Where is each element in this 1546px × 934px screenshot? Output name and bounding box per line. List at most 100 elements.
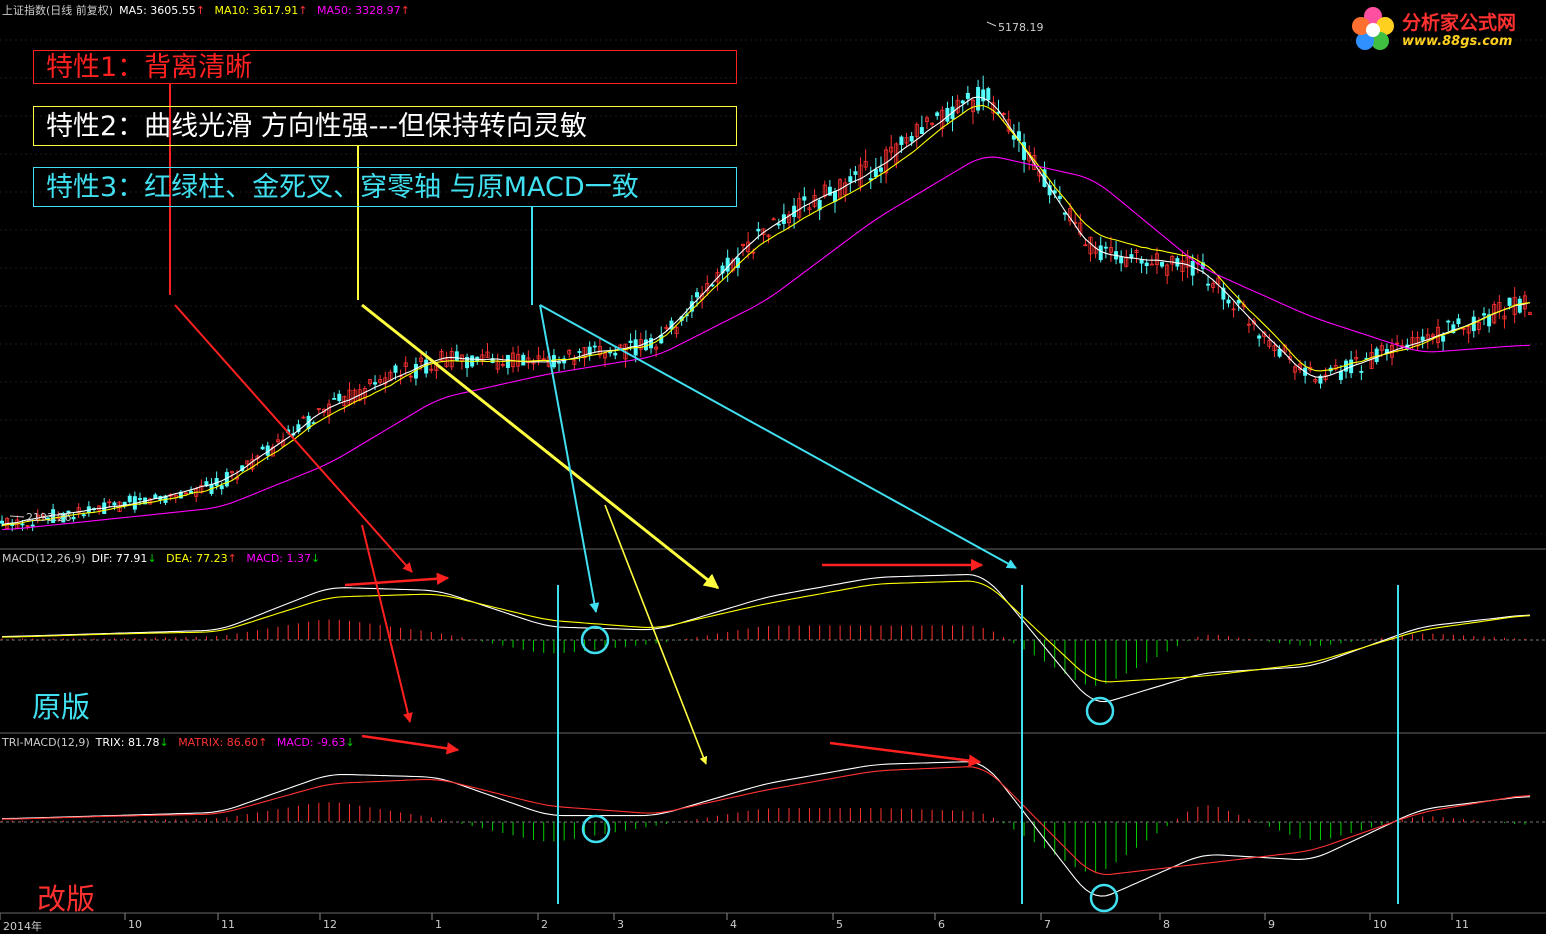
trix-arrow: ↓ xyxy=(159,736,169,749)
candle-body xyxy=(373,382,378,385)
candle-body xyxy=(1420,336,1425,341)
candle-body xyxy=(878,167,883,172)
high-value-label: 5178.19 xyxy=(998,21,1044,34)
candle-body xyxy=(1338,370,1343,380)
macd-name: MACD(12,26,9) xyxy=(2,552,86,565)
x-tick-label: 12 xyxy=(323,918,337,931)
candle-body xyxy=(776,223,781,226)
feature3-box: 特性3：红绿柱、金死叉、穿零轴 与原MACD一致 xyxy=(33,167,737,207)
trimacd-name: TRI-MACD(12,9) xyxy=(2,736,90,749)
candle-body xyxy=(81,514,86,517)
candle-body xyxy=(127,495,132,503)
feature2-box: 特性2：曲线光滑 方向性强---但保持转向灵敏 xyxy=(33,106,737,146)
candle-body xyxy=(1482,313,1487,316)
candle-body xyxy=(454,351,459,362)
macd-value: MACD: 1.37 xyxy=(246,552,311,565)
logo-name: 分析家公式网 xyxy=(1402,12,1517,34)
candle-body xyxy=(30,524,35,527)
main-chart-header: 上证指数(日线 前复权) MA5: 3605.55↑ MA10: 3617.91↑… xyxy=(2,2,416,18)
x-tick-label: 4 xyxy=(730,918,737,931)
trimacd-arrow: ↓ xyxy=(345,736,355,749)
x-tick-label: 5 xyxy=(836,918,843,931)
x-tick-label: 11 xyxy=(1455,918,1469,931)
candle-body xyxy=(592,345,597,348)
macd-arrow: ↓ xyxy=(311,552,321,565)
candle-body xyxy=(1456,318,1461,325)
x-tick-label: 3 xyxy=(617,918,624,931)
candle-body xyxy=(873,169,878,178)
candle-body xyxy=(1359,370,1364,373)
candle-body xyxy=(260,446,265,450)
trimacd-header: TRI-MACD(12,9) TRIX: 81.78↓ MATRIX: 86.60… xyxy=(2,736,361,749)
candle-body xyxy=(1119,256,1124,264)
ma10-arrow: ↑ xyxy=(298,4,308,17)
ma10-value: MA10: 3617.91 xyxy=(214,4,299,17)
candle-body xyxy=(695,292,700,298)
x-tick-label: 6 xyxy=(938,918,945,931)
candle-body xyxy=(802,196,807,201)
logo-url: www.88gs.com xyxy=(1402,34,1513,49)
dea-arrow: ↑ xyxy=(227,552,237,565)
dif-arrow: ↓ xyxy=(147,552,157,565)
candle-body xyxy=(332,398,337,400)
candle-body xyxy=(1206,283,1211,286)
candle-body xyxy=(960,100,965,104)
candle-body xyxy=(608,351,613,354)
candle-body xyxy=(0,520,4,524)
candle-body xyxy=(393,365,398,373)
candle-body xyxy=(337,393,342,402)
candle-body xyxy=(613,352,618,356)
x-tick-label: 10 xyxy=(128,918,142,931)
trimacd-value: MACD: -9.63 xyxy=(276,736,346,749)
x-tick-label: 1 xyxy=(435,918,442,931)
candle-body xyxy=(1175,258,1180,267)
candle-body xyxy=(853,171,858,175)
candle-body xyxy=(521,354,526,366)
matrix-value: MATRIX: 86.60 xyxy=(178,736,259,749)
candle-body xyxy=(1103,246,1108,249)
candle-body xyxy=(832,191,837,202)
original-version-label: 原版 xyxy=(32,690,91,724)
candle-body xyxy=(1517,298,1522,313)
candle-body xyxy=(643,339,648,351)
candle-body xyxy=(935,112,940,116)
candle-body xyxy=(1277,348,1282,357)
candle-body xyxy=(71,516,76,520)
ma5-arrow: ↑ xyxy=(195,4,206,17)
candle-body xyxy=(1098,245,1103,261)
x-tick-label: 11 xyxy=(221,918,235,931)
candle-body xyxy=(1057,195,1062,199)
trix-value: TRIX: 81.78 xyxy=(95,736,160,749)
candle-body xyxy=(219,485,224,490)
candle-body xyxy=(1441,335,1446,342)
candle-body xyxy=(1144,262,1149,266)
candle-body xyxy=(1226,299,1231,304)
ma50-arrow: ↑ xyxy=(400,4,410,17)
candle-body xyxy=(725,257,730,272)
chart-title: 上证指数(日线 前复权) xyxy=(2,4,114,17)
macd-header: MACD(12,26,9) DIF: 77.91↓ DEA: 77.23↑ MAC… xyxy=(2,552,326,565)
ma5-value: MA5: 3605.55 xyxy=(119,4,196,17)
candle-body xyxy=(965,92,970,99)
site-logo: 分析家公式网 www.88gs.com xyxy=(1348,4,1538,54)
candle-body xyxy=(628,340,633,343)
candle-body xyxy=(112,502,117,506)
low-value-label: 2193.26 xyxy=(26,511,72,524)
candle-body xyxy=(945,108,950,122)
candle-body xyxy=(1160,261,1165,267)
x-tick-label: 8 xyxy=(1163,918,1170,931)
candle-body xyxy=(557,361,562,364)
candle-body xyxy=(1507,297,1512,306)
flower-logo-icon xyxy=(1352,7,1394,50)
candle-body xyxy=(577,351,582,353)
ma50-value: MA50: 3328.97 xyxy=(316,4,401,17)
candle-body xyxy=(137,498,142,500)
x-tick-label: 10 xyxy=(1373,918,1387,931)
candle-body xyxy=(986,88,991,101)
candle-body xyxy=(848,176,853,183)
candle-body xyxy=(899,136,904,145)
feature1-box: 特性1：背离清晰 xyxy=(33,50,737,84)
x-tick-label: 9 xyxy=(1268,918,1275,931)
dif-value: DIF: 77.91 xyxy=(91,552,148,565)
candle-body xyxy=(20,523,25,526)
